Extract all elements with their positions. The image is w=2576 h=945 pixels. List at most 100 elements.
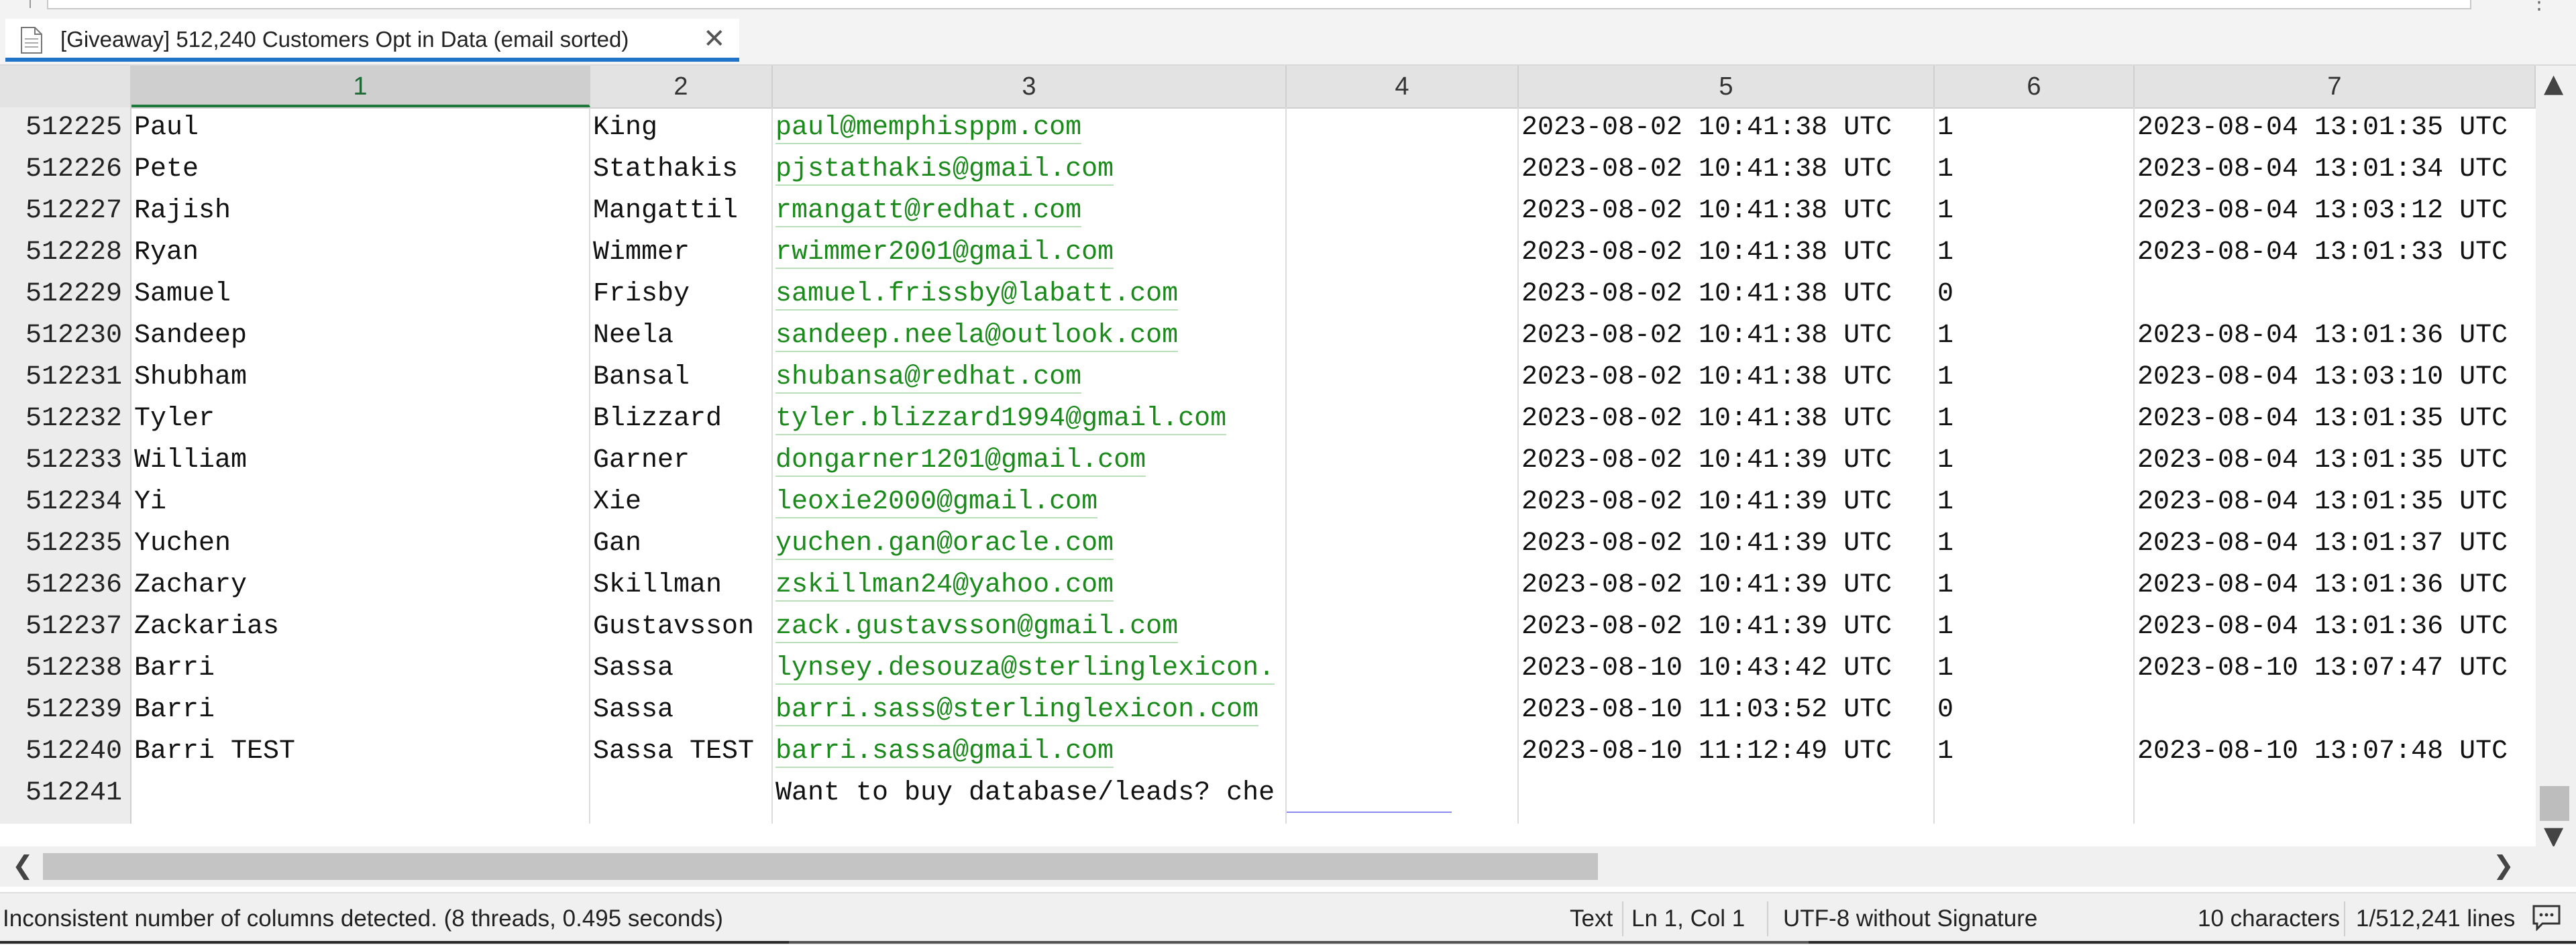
- status-encoding[interactable]: UTF-8 without Signature: [1783, 905, 2037, 932]
- grid-cell-col2[interactable]: Mangattil: [593, 190, 771, 232]
- grid-cell-col7[interactable]: 2023-08-04 13:03:10 UTC: [2137, 357, 2534, 398]
- grid-cell-col1[interactable]: Zachary: [134, 565, 589, 606]
- row-number[interactable]: 512227: [0, 190, 127, 232]
- grid-cell-col3[interactable]: zack.gustavsson@gmail.com: [775, 606, 1285, 648]
- grid-cell-col6[interactable]: 0: [1937, 274, 2133, 315]
- grid-cell-col1[interactable]: Paul: [134, 107, 589, 149]
- feedback-icon[interactable]: [2532, 904, 2561, 931]
- grid-cell-col6[interactable]: 1: [1937, 606, 2133, 648]
- column-header-1[interactable]: 1: [131, 66, 590, 107]
- grid-cell-col2[interactable]: Xie: [593, 482, 771, 523]
- grid-cell-col3[interactable]: shubansa@redhat.com: [775, 357, 1285, 398]
- grid-cell-col6[interactable]: 1: [1937, 232, 2133, 274]
- grid-cell-col1[interactable]: Sandeep: [134, 315, 589, 357]
- grid-cell-col4[interactable]: [1289, 398, 1517, 440]
- grid-cell-col5[interactable]: 2023-08-02 10:41:39 UTC: [1521, 565, 1933, 606]
- grid-cell-col7[interactable]: 2023-08-04 13:01:33 UTC: [2137, 232, 2534, 274]
- grid-cell-col3[interactable]: rwimmer2001@gmail.com: [775, 232, 1285, 274]
- grid-cell-col2[interactable]: Gustavsson: [593, 606, 771, 648]
- horizontal-scrollbar[interactable]: ❮ ❯: [0, 846, 2536, 887]
- row-number[interactable]: 512234: [0, 482, 127, 523]
- row-number[interactable]: 512225: [0, 107, 127, 149]
- grid-cell-col4[interactable]: [1289, 689, 1517, 731]
- close-icon[interactable]: ✕: [703, 24, 726, 54]
- grid-cell-col2[interactable]: King: [593, 107, 771, 149]
- grid-cell-col6[interactable]: 1: [1937, 482, 2133, 523]
- column-header-6[interactable]: 6: [1935, 66, 2135, 107]
- grid-cell-col5[interactable]: 2023-08-02 10:41:39 UTC: [1521, 523, 1933, 565]
- grid-cell-col3[interactable]: Want to buy database/leads? che: [775, 773, 1289, 814]
- grid-cell-col6[interactable]: 1: [1937, 357, 2133, 398]
- grid-cell-col4[interactable]: [1289, 482, 1517, 523]
- row-number[interactable]: 512235: [0, 523, 127, 565]
- grid-cell-col6[interactable]: 1: [1937, 731, 2133, 773]
- grid-cell-col7[interactable]: 2023-08-04 13:01:35 UTC: [2137, 482, 2534, 523]
- grid-cell-col3[interactable]: dongarner1201@gmail.com: [775, 440, 1285, 482]
- grid-cell-col4[interactable]: [1289, 274, 1517, 315]
- grid-cell-col1[interactable]: Samuel: [134, 274, 589, 315]
- column-header-2[interactable]: 2: [590, 66, 773, 107]
- grid-cell-col3[interactable]: barri.sassa@gmail.com: [775, 731, 1285, 773]
- grid-cell-col1[interactable]: [134, 773, 589, 814]
- scroll-up-icon[interactable]: ▲: [2544, 68, 2563, 98]
- grid-cell-col7[interactable]: 2023-08-10 13:07:48 UTC: [2137, 731, 2534, 773]
- grid-cell-col5[interactable]: 2023-08-02 10:41:39 UTC: [1521, 482, 1933, 523]
- grid-cell-col5[interactable]: 2023-08-02 10:41:38 UTC: [1521, 398, 1933, 440]
- top-input-field[interactable]: [47, 0, 2471, 9]
- grid-cell-col4[interactable]: [1289, 773, 1517, 814]
- grid-cell-col5[interactable]: 2023-08-10 11:03:52 UTC: [1521, 689, 1933, 731]
- grid-cell-col7[interactable]: 2023-08-04 13:01:35 UTC: [2137, 107, 2534, 149]
- grid-cell-col3[interactable]: tyler.blizzard1994@gmail.com: [775, 398, 1285, 440]
- grid-cell-col7[interactable]: 2023-08-04 13:01:36 UTC: [2137, 606, 2534, 648]
- grid-cell-col6[interactable]: 1: [1937, 149, 2133, 190]
- grid-cell-col6[interactable]: 1: [1937, 523, 2133, 565]
- grid-cell-col5[interactable]: 2023-08-02 10:41:38 UTC: [1521, 107, 1933, 149]
- grid-cell-col1[interactable]: Shubham: [134, 357, 589, 398]
- row-number[interactable]: 512239: [0, 689, 127, 731]
- grid-cell-col1[interactable]: Ryan: [134, 232, 589, 274]
- grid-cell-col6[interactable]: 0: [1937, 689, 2133, 731]
- grid-cell-col1[interactable]: Tyler: [134, 398, 589, 440]
- grid-cell-col7[interactable]: 2023-08-04 13:01:36 UTC: [2137, 315, 2534, 357]
- grid-cell-col5[interactable]: 2023-08-02 10:41:38 UTC: [1521, 315, 1933, 357]
- scroll-left-icon[interactable]: ❮: [12, 850, 34, 880]
- grid-cell-col6[interactable]: 1: [1937, 190, 2133, 232]
- row-number[interactable]: 512237: [0, 606, 127, 648]
- grid-cell-col7[interactable]: 2023-08-04 13:01:35 UTC: [2137, 440, 2534, 482]
- grid-cell-col7[interactable]: [2137, 689, 2534, 731]
- grid-cell-col6[interactable]: [1937, 773, 2133, 814]
- grid-cell-col2[interactable]: Sassa: [593, 648, 771, 689]
- grid-cell-col1[interactable]: Zackarias: [134, 606, 589, 648]
- csv-grid[interactable]: 1234567 512225 Paul King paul@memphisppm.co…: [0, 66, 2576, 846]
- column-header-5[interactable]: 5: [1519, 66, 1935, 107]
- grid-cell-col5[interactable]: 2023-08-10 11:12:49 UTC: [1521, 731, 1933, 773]
- grid-cell-col6[interactable]: 1: [1937, 565, 2133, 606]
- grid-cell-col7[interactable]: 2023-08-10 13:07:47 UTC: [2137, 648, 2534, 689]
- grid-cell-col4[interactable]: [1289, 149, 1517, 190]
- grid-cell-col4[interactable]: [1289, 232, 1517, 274]
- grid-cell-col2[interactable]: Frisby: [593, 274, 771, 315]
- status-file-type[interactable]: Text: [1570, 905, 1613, 932]
- grid-cell-col2[interactable]: Skillman: [593, 565, 771, 606]
- row-number[interactable]: 512238: [0, 648, 127, 689]
- grid-cell-col4[interactable]: [1289, 315, 1517, 357]
- scroll-down-icon[interactable]: ▼: [2544, 821, 2563, 846]
- column-header-7[interactable]: 7: [2135, 66, 2536, 107]
- grid-cell-col3[interactable]: barri.sass@sterlinglexicon.com: [775, 689, 1285, 731]
- row-number[interactable]: 512233: [0, 440, 127, 482]
- grid-cell-col7[interactable]: 2023-08-04 13:03:12 UTC: [2137, 190, 2534, 232]
- row-number[interactable]: 512232: [0, 398, 127, 440]
- grid-cell-col5[interactable]: [1521, 773, 1933, 814]
- column-header-3[interactable]: 3: [773, 66, 1287, 107]
- grid-cell-col7[interactable]: 2023-08-04 13:01:36 UTC: [2137, 565, 2534, 606]
- grid-cell-col1[interactable]: Yuchen: [134, 523, 589, 565]
- grid-cell-col6[interactable]: 1: [1937, 398, 2133, 440]
- grid-cell-col5[interactable]: 2023-08-02 10:41:38 UTC: [1521, 357, 1933, 398]
- grid-cell-col2[interactable]: Stathakis: [593, 149, 771, 190]
- grid-cell-col3[interactable]: pjstathakis@gmail.com: [775, 149, 1285, 190]
- grid-cell-col3[interactable]: yuchen.gan@oracle.com: [775, 523, 1285, 565]
- grid-cell-col6[interactable]: 1: [1937, 107, 2133, 149]
- grid-cell-col5[interactable]: 2023-08-10 10:43:42 UTC: [1521, 648, 1933, 689]
- grid-cell-col4[interactable]: [1289, 565, 1517, 606]
- grid-cell-col1[interactable]: Rajish: [134, 190, 589, 232]
